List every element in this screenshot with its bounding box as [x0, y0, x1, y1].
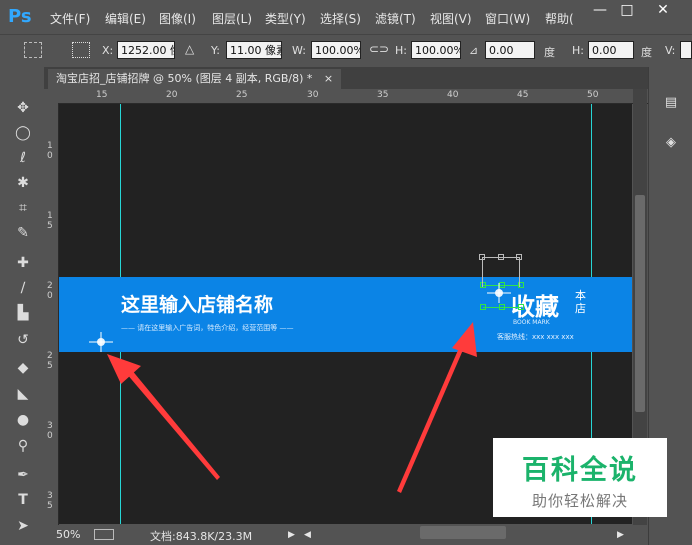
document-size: 文档:843.8K/23.3M: [150, 530, 253, 543]
path-select-icon[interactable]: ➤: [12, 515, 34, 537]
ruler-label: 40: [447, 90, 459, 100]
ruler-label: 50: [587, 90, 599, 100]
scroll-right-icon[interactable]: ▶: [617, 530, 624, 540]
ruler-label: 3: [47, 491, 53, 501]
zoom-level[interactable]: 50%: [56, 528, 80, 541]
h-skew-field[interactable]: 0.00: [588, 41, 634, 59]
document-tab-bar: 淘宝店招_店铺招牌 @ 50% (图层 4 副本, RGB/8) * ×: [44, 67, 648, 89]
v-skew-field[interactable]: [680, 41, 692, 59]
history-panel-icon[interactable]: ▤: [661, 93, 681, 113]
eraser-icon[interactable]: ◆: [12, 357, 34, 379]
menu-bar: Ps 文件(F) 编辑(E) 图像(I) 图层(L) 类型(Y) 选择(S) 滤…: [0, 0, 692, 34]
watermark-subtitle: 助你轻松解决: [531, 492, 628, 510]
menu-image[interactable]: 图像(I): [159, 10, 196, 27]
angle-icon: ⊿: [469, 44, 479, 57]
ruler-label: 15: [96, 90, 108, 100]
watermark-title: 百科全说: [522, 455, 638, 486]
status-info-icon[interactable]: [94, 529, 114, 540]
status-menu-arrow-icon[interactable]: ▶: [288, 530, 295, 540]
ruler-label: 0: [47, 431, 53, 441]
horizontal-scroll-thumb[interactable]: [420, 526, 506, 539]
w-label: W:: [292, 44, 306, 57]
ruler-label: 1: [47, 211, 53, 221]
crop-icon[interactable]: ⌗: [12, 197, 34, 219]
brush-icon[interactable]: ∕: [12, 277, 34, 299]
scroll-left-icon[interactable]: ◀: [304, 530, 311, 540]
y-field[interactable]: 11.00 像素: [226, 41, 282, 59]
sparkle-icon: [89, 332, 113, 352]
x-label: X:: [102, 44, 114, 57]
ruler-label: 35: [377, 90, 389, 100]
blur-icon[interactable]: ●: [12, 409, 34, 431]
ruler-label: 5: [47, 501, 53, 511]
h-skew-label: H:: [572, 44, 584, 57]
relative-position-icon[interactable]: △: [185, 42, 194, 56]
photoshop-logo: Ps: [8, 6, 32, 27]
tools-panel: ✥ ◯ ℓ ✱ ⌗ ✎ ✚ ∕ ▙ ↺ ◆ ◣ ● ⚲ ✒ T ➤: [0, 67, 45, 545]
ruler-label: 2: [47, 281, 53, 291]
3d-panel-icon[interactable]: ◈: [661, 133, 681, 153]
red-arrow-right: [397, 322, 477, 493]
options-bar: X: 1252.00 偿 △ Y: 11.00 像素 W: 100.00% ⊂⊃…: [0, 34, 692, 68]
ruler-label: 25: [236, 90, 248, 100]
menu-file[interactable]: 文件(F): [50, 10, 90, 27]
h-skew-unit: 度: [641, 46, 652, 59]
type-icon[interactable]: T: [12, 489, 34, 511]
status-bar: 50% 文档:843.8K/23.3M ▶ ◀ ▶: [44, 525, 648, 545]
menu-select[interactable]: 选择(S): [320, 10, 361, 27]
watermark-logo: 百科全说 助你轻松解决: [493, 438, 667, 517]
width-field[interactable]: 100.00%: [311, 41, 361, 59]
minimize-button[interactable]: —: [585, 0, 615, 22]
menu-window[interactable]: 窗口(W): [485, 10, 530, 27]
document-tab[interactable]: 淘宝店招_店铺招牌 @ 50% (图层 4 副本, RGB/8) * ×: [48, 69, 342, 89]
menu-help[interactable]: 帮助(: [545, 10, 574, 27]
height-field[interactable]: 100.00%: [411, 41, 461, 59]
vertical-ruler[interactable]: 1 0 1 5 2 0 2 5 3 0 3 5: [44, 103, 59, 525]
eyedropper-icon[interactable]: ✎: [12, 222, 34, 244]
reference-point-icon[interactable]: [72, 42, 90, 58]
ruler-label: 1: [47, 141, 53, 151]
ruler-label: 2: [47, 351, 53, 361]
dodge-icon[interactable]: ⚲: [12, 435, 34, 457]
magic-wand-icon[interactable]: ✱: [12, 172, 34, 194]
ruler-label: 3: [47, 421, 53, 431]
paint-bucket-icon[interactable]: ◣: [12, 383, 34, 405]
marquee-icon[interactable]: ◯: [12, 122, 34, 144]
lasso-icon[interactable]: ℓ: [12, 147, 34, 169]
ruler-label: 45: [517, 90, 529, 100]
vertical-scroll-thumb[interactable]: [635, 195, 645, 412]
document-tab-title: 淘宝店招_店铺招牌 @ 50% (图层 4 副本, RGB/8) *: [56, 72, 313, 85]
ruler-label: 20: [166, 90, 178, 100]
ruler-label: 5: [47, 221, 53, 231]
history-brush-icon[interactable]: ↺: [12, 329, 34, 351]
h-label: H:: [395, 44, 407, 57]
pen-icon[interactable]: ✒: [12, 464, 34, 486]
menu-edit[interactable]: 编辑(E): [105, 10, 146, 27]
y-label: Y:: [211, 44, 220, 57]
horizontal-ruler[interactable]: 15 20 25 30 35 40 45 50: [44, 89, 648, 104]
ruler-label: 0: [47, 151, 53, 161]
sparkle-icon: [487, 283, 511, 303]
rotation-field[interactable]: 0.00: [485, 41, 535, 59]
restore-button[interactable]: □: [612, 0, 642, 22]
menu-type[interactable]: 类型(Y): [265, 10, 306, 27]
ruler-label: 5: [47, 361, 53, 371]
menu-view[interactable]: 视图(V): [430, 10, 472, 27]
menu-layer[interactable]: 图层(L): [212, 10, 252, 27]
red-arrow-left: [107, 354, 220, 480]
move-icon[interactable]: ✥: [12, 97, 34, 119]
healing-brush-icon[interactable]: ✚: [12, 252, 34, 274]
ruler-label: 0: [47, 291, 53, 301]
v-skew-label: V:: [665, 44, 676, 57]
link-icon[interactable]: ⊂⊃: [369, 42, 389, 56]
ruler-label: 30: [307, 90, 319, 100]
angle-unit: 度: [544, 46, 555, 59]
close-window-button[interactable]: ✕: [648, 0, 678, 22]
x-field[interactable]: 1252.00 偿: [117, 41, 175, 59]
stamp-icon[interactable]: ▙: [12, 302, 34, 324]
menu-filter[interactable]: 滤镜(T): [375, 10, 416, 27]
transform-tool-icon[interactable]: [24, 42, 42, 58]
close-tab-icon[interactable]: ×: [324, 72, 333, 85]
